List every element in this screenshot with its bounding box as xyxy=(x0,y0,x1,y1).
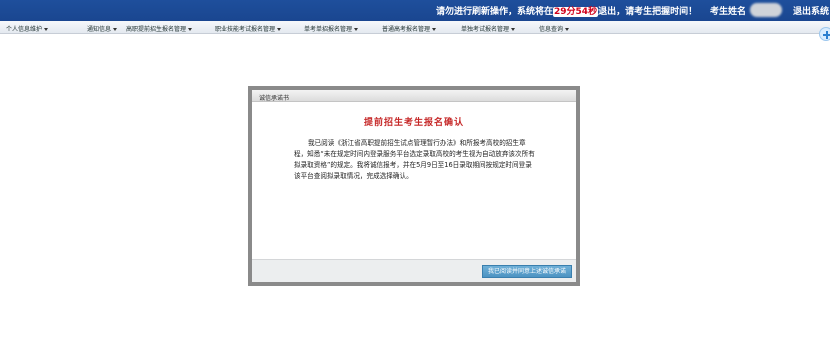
menu-vocational-skills-exam[interactable]: 职业技能考试报名管理 xyxy=(215,24,282,33)
chevron-down-icon xyxy=(44,28,49,31)
add-icon[interactable] xyxy=(819,27,830,41)
menu-label: 高职提前招生报名管理 xyxy=(126,26,187,33)
dialog-heading: 提前招生考生报名确认 xyxy=(363,118,464,128)
chevron-down-icon xyxy=(432,28,437,31)
timeout-notice: 请勿进行刷新操作，系统将在29分54秒退出，请考生把握时间！ xyxy=(436,4,697,17)
chevron-down-icon xyxy=(113,28,118,31)
menu-personal-info[interactable]: 个人信息维护 xyxy=(6,24,49,33)
menu-general-exam[interactable]: 普通高考报名管理 xyxy=(382,24,437,33)
chevron-down-icon xyxy=(354,28,359,31)
chevron-down-icon xyxy=(565,28,570,31)
chevron-down-icon xyxy=(277,28,282,31)
student-name-value-redacted xyxy=(750,3,782,17)
menu-notices[interactable]: 通知信息 xyxy=(87,24,118,33)
dialog-content: 诚信承诺书 提前招生考生报名确认 我已阅读《浙江省高职提前招生试点管理暂行办法》… xyxy=(252,90,576,282)
chevron-down-icon xyxy=(511,28,516,31)
menu-label: 职业技能考试报名管理 xyxy=(215,26,276,33)
logout-link[interactable]: 退出系统 xyxy=(793,4,829,17)
menu-label: 单独考试报名管理 xyxy=(461,26,510,33)
notice-suffix: 退出，请考生把握时间！ xyxy=(598,7,698,17)
notice-prefix: 请勿进行刷新操作，系统将在 xyxy=(436,7,554,17)
menu-label: 信息查询 xyxy=(539,26,564,33)
countdown-timer: 29分54秒 xyxy=(553,7,599,17)
menu-independent-exam[interactable]: 单独考试报名管理 xyxy=(461,24,516,33)
top-bar: 请勿进行刷新操作，系统将在29分54秒退出，请考生把握时间！ 考生姓名 退出系统 xyxy=(0,0,830,21)
menu-info-query[interactable]: 信息查询 xyxy=(539,24,570,33)
menu-single-exam[interactable]: 单考单招报名管理 xyxy=(304,24,359,33)
commitment-dialog: 诚信承诺书 提前招生考生报名确认 我已阅读《浙江省高职提前招生试点管理暂行办法》… xyxy=(248,86,580,286)
main-menu: 个人信息维护 通知信息 高职提前招生报名管理 职业技能考试报名管理 单考单招报名… xyxy=(0,21,830,34)
student-name-label: 考生姓名 xyxy=(710,7,747,17)
dialog-title: 诚信承诺书 xyxy=(252,90,576,102)
chevron-down-icon xyxy=(188,28,193,31)
menu-label: 通知信息 xyxy=(87,26,112,33)
confirm-button[interactable]: 我已阅读并同意上述诚信承诺 xyxy=(481,265,572,278)
dialog-footer: 我已阅读并同意上述诚信承诺 xyxy=(252,259,576,282)
menu-label: 普通高考报名管理 xyxy=(382,26,431,33)
dialog-body-text: 我已阅读《浙江省高职提前招生试点管理暂行办法》和所报考高校的招生章程，知悉“未在… xyxy=(294,139,535,180)
menu-early-admission[interactable]: 高职提前招生报名管理 xyxy=(126,24,193,33)
menu-label: 单考单招报名管理 xyxy=(304,26,353,33)
menu-label: 个人信息维护 xyxy=(6,26,43,33)
